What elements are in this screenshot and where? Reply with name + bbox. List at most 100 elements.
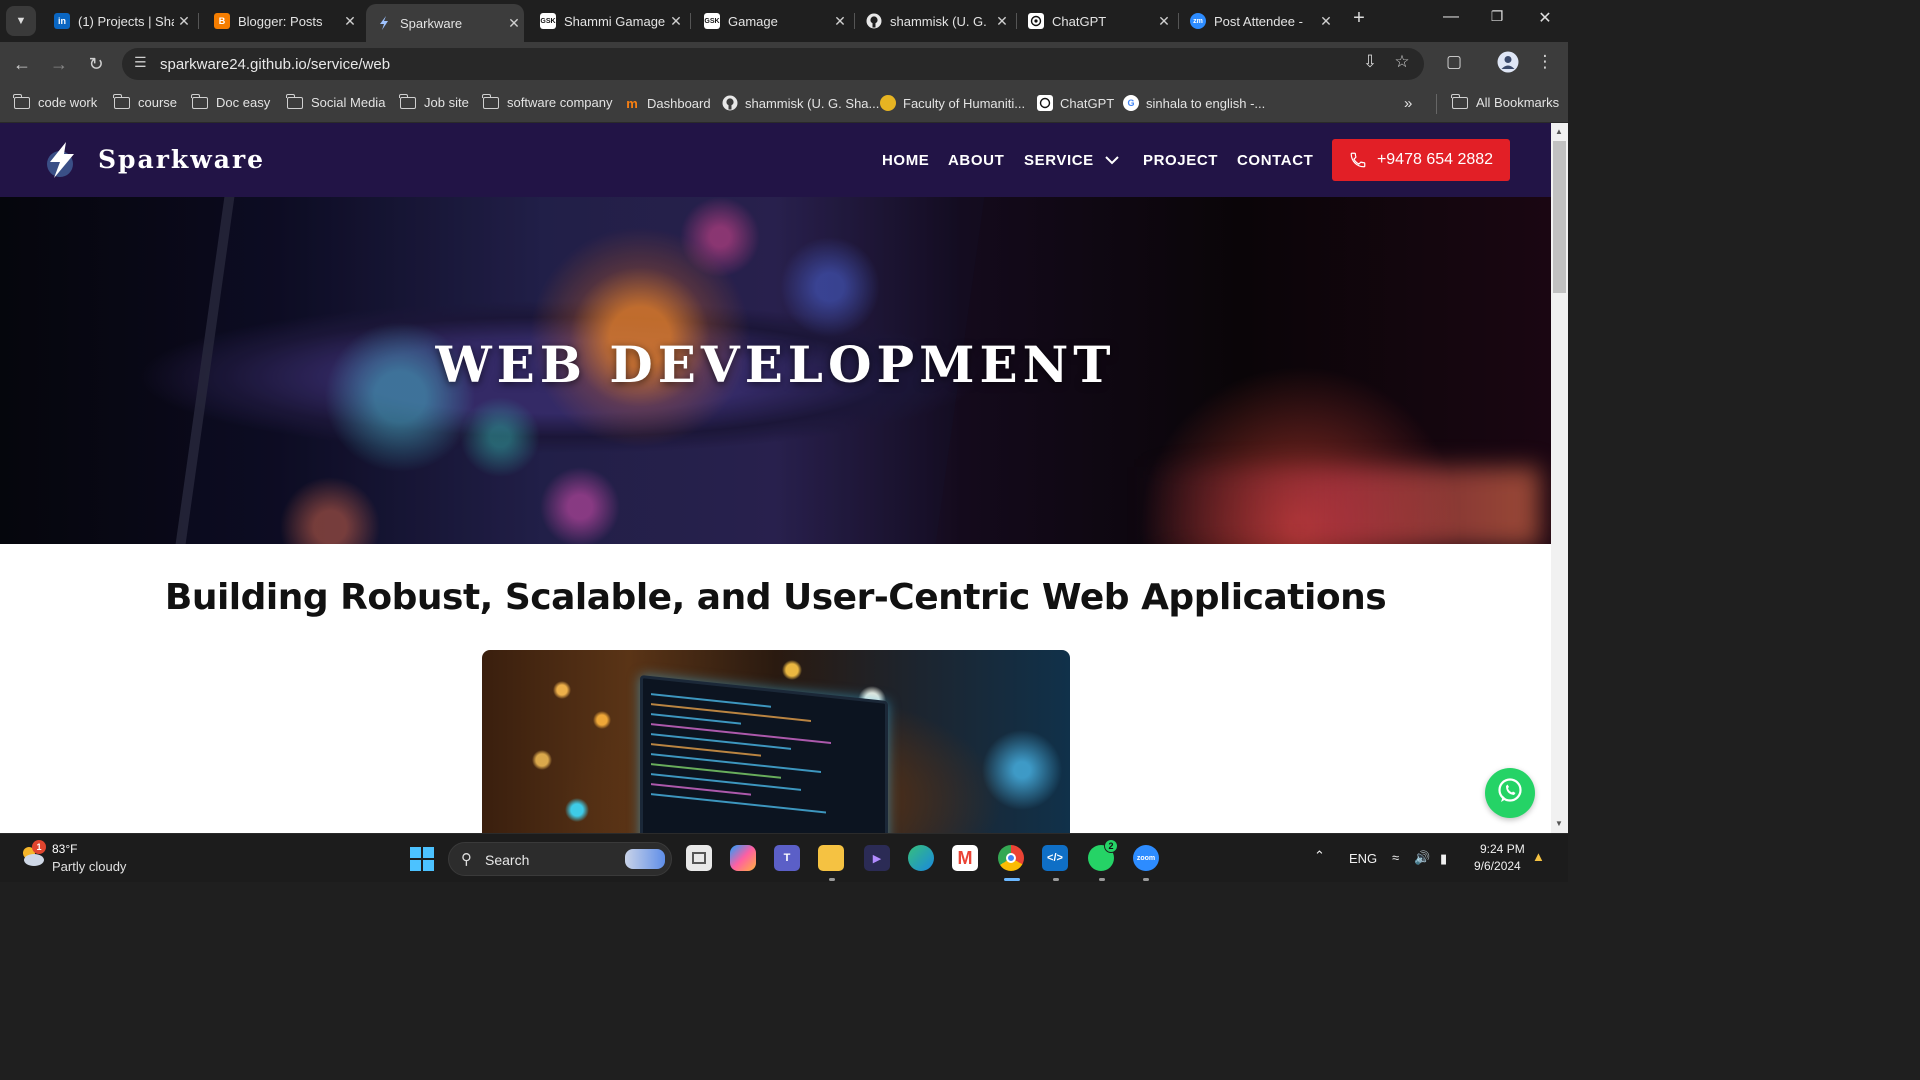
vscode-icon[interactable]: </> bbox=[1042, 845, 1068, 871]
windows-start-icon[interactable] bbox=[410, 847, 434, 871]
restore-icon[interactable]: ❐ bbox=[1474, 8, 1520, 25]
tab-sparkware[interactable]: Sparkware ✕ bbox=[366, 4, 524, 42]
bookmark-folder-doc-easy[interactable]: Doc easy bbox=[191, 93, 270, 110]
file-explorer-icon[interactable] bbox=[818, 845, 844, 871]
scrollbar-thumb[interactable] bbox=[1553, 141, 1566, 293]
back-icon[interactable]: ← bbox=[10, 52, 34, 76]
nav-about[interactable]: ABOUT bbox=[948, 152, 1004, 169]
sparkware-bolt-icon[interactable] bbox=[44, 140, 80, 180]
battery-icon[interactable]: ▮ bbox=[1440, 851, 1447, 867]
folder-icon bbox=[399, 93, 416, 109]
close-window-icon[interactable]: ✕ bbox=[1522, 8, 1568, 28]
site-info-icon[interactable]: ☰ bbox=[134, 54, 147, 71]
tab-blogger[interactable]: B Blogger: Posts ✕ bbox=[204, 6, 360, 36]
nav-service[interactable]: SERVICE bbox=[1024, 152, 1119, 169]
volume-icon[interactable]: 🔊 bbox=[1414, 850, 1430, 866]
close-tab-icon[interactable]: ✕ bbox=[1154, 13, 1174, 30]
page-scrollbar[interactable]: ▲ ▼ bbox=[1551, 123, 1568, 833]
blogger-icon: B bbox=[214, 13, 230, 29]
running-indicator bbox=[829, 878, 835, 881]
taskbar-search[interactable]: ⚲ Search bbox=[448, 842, 672, 876]
bookmark-folder-job-site[interactable]: Job site bbox=[399, 93, 469, 110]
gmail-icon[interactable]: M bbox=[952, 845, 978, 871]
chatgpt-icon bbox=[1028, 13, 1044, 29]
all-bookmarks-button[interactable]: All Bookmarks bbox=[1451, 93, 1559, 110]
nav-service-label: SERVICE bbox=[1024, 152, 1094, 169]
clock-date[interactable]: 9/6/2024 bbox=[1474, 859, 1521, 873]
close-tab-icon[interactable]: ✕ bbox=[992, 13, 1012, 30]
url-text[interactable]: sparkware24.github.io/service/web bbox=[160, 56, 390, 73]
browser-toolbar: ← → ↻ ☰ sparkware24.github.io/service/we… bbox=[0, 42, 1568, 86]
gsk-icon: GSK bbox=[540, 13, 556, 29]
tab-linkedin[interactable]: in (1) Projects | Sha ✕ bbox=[44, 6, 194, 36]
show-hidden-icons-chevron[interactable]: ⌃ bbox=[1314, 848, 1325, 864]
bookmark-github[interactable]: shammisk (U. G. Sha... bbox=[722, 95, 879, 111]
bookmark-folder-social-media[interactable]: Social Media bbox=[286, 93, 385, 110]
folder-icon bbox=[482, 93, 499, 109]
tab-divider bbox=[854, 13, 855, 29]
close-tab-icon[interactable]: ✕ bbox=[1316, 13, 1336, 30]
moodle-icon: m bbox=[626, 95, 638, 111]
github-icon bbox=[722, 95, 738, 111]
chrome-icon[interactable] bbox=[998, 845, 1024, 871]
bookmark-sinhala-to-english[interactable]: Gsinhala to english -... bbox=[1123, 95, 1265, 111]
clock-time[interactable]: 9:24 PM bbox=[1480, 842, 1525, 856]
weather-temperature: 83°F bbox=[52, 842, 78, 856]
close-tab-icon[interactable]: ✕ bbox=[666, 13, 686, 30]
tab-chatgpt[interactable]: ChatGPT ✕ bbox=[1018, 6, 1174, 36]
task-view-icon[interactable] bbox=[686, 845, 712, 871]
close-tab-icon[interactable]: ✕ bbox=[504, 15, 524, 32]
bookmark-dashboard[interactable]: m Dashboard bbox=[624, 95, 710, 111]
tab-github[interactable]: shammisk (U. G. ✕ bbox=[856, 6, 1012, 36]
forward-icon[interactable]: → bbox=[47, 52, 71, 76]
notification-bell-icon[interactable]: ▲ bbox=[1532, 849, 1545, 864]
close-tab-icon[interactable]: ✕ bbox=[174, 13, 194, 30]
whatsapp-chat-button[interactable] bbox=[1485, 768, 1535, 818]
tab-shammi-gamage[interactable]: GSK Shammi Gamage ✕ bbox=[530, 6, 686, 36]
extensions-icon[interactable]: ▢ bbox=[1442, 52, 1466, 72]
whatsapp-taskbar-icon[interactable]: 2 bbox=[1088, 839, 1118, 871]
scroll-down-icon[interactable]: ▼ bbox=[1555, 819, 1563, 828]
wifi-icon[interactable]: ≈ bbox=[1392, 850, 1399, 865]
more-bookmarks-icon[interactable]: » bbox=[1404, 95, 1412, 112]
running-indicator bbox=[1143, 878, 1149, 881]
hero-background-glow bbox=[1140, 467, 1540, 544]
tab-gamage[interactable]: GSK Gamage ✕ bbox=[694, 6, 850, 36]
bookmark-star-icon[interactable]: ☆ bbox=[1390, 52, 1414, 72]
bookmark-folder-code-work[interactable]: code work bbox=[13, 93, 97, 110]
brand-name[interactable]: Sparkware bbox=[98, 145, 265, 174]
nav-home[interactable]: HOME bbox=[882, 152, 929, 169]
folder-icon bbox=[286, 93, 303, 109]
edge-icon[interactable] bbox=[908, 845, 934, 871]
tab-zoom[interactable]: zm Post Attendee - ✕ bbox=[1180, 6, 1336, 36]
teams-icon[interactable]: T bbox=[774, 845, 800, 871]
menu-kebab-icon[interactable]: ⋮ bbox=[1533, 52, 1557, 72]
running-indicator bbox=[1099, 878, 1105, 881]
install-app-icon[interactable]: ⇩ bbox=[1358, 52, 1382, 72]
address-bar[interactable]: ☰ sparkware24.github.io/service/web bbox=[122, 48, 1424, 80]
new-tab-icon[interactable]: + bbox=[1336, 7, 1382, 30]
tab-search-button[interactable]: ▼ bbox=[6, 6, 36, 36]
bookmark-faculty[interactable]: Faculty of Humaniti... bbox=[880, 95, 1025, 111]
profile-avatar[interactable] bbox=[1496, 51, 1520, 78]
bookmark-folder-software-company[interactable]: software company bbox=[482, 93, 613, 110]
phone-call-button[interactable]: +9478 654 2882 bbox=[1332, 139, 1510, 181]
media-player-icon[interactable]: ▶ bbox=[864, 845, 890, 871]
scroll-up-icon[interactable]: ▲ bbox=[1555, 127, 1563, 136]
gsk-icon: GSK bbox=[704, 13, 720, 29]
university-icon bbox=[880, 95, 896, 111]
bookmark-chatgpt[interactable]: ChatGPT bbox=[1037, 95, 1114, 111]
minimize-icon[interactable]: — bbox=[1428, 8, 1474, 26]
input-language[interactable]: ENG bbox=[1349, 851, 1377, 866]
close-tab-icon[interactable]: ✕ bbox=[830, 13, 850, 30]
zoom-icon: zm bbox=[1190, 13, 1206, 29]
close-tab-icon[interactable]: ✕ bbox=[340, 13, 360, 30]
nav-project[interactable]: PROJECT bbox=[1143, 152, 1218, 169]
bookmark-folder-course[interactable]: course bbox=[113, 93, 177, 110]
zoom-taskbar-icon[interactable]: zoom bbox=[1133, 845, 1159, 871]
copilot-icon[interactable] bbox=[730, 845, 756, 871]
tab-strip: ▼ in (1) Projects | Sha ✕ B Blogger: Pos… bbox=[0, 0, 1568, 42]
nav-contact[interactable]: CONTACT bbox=[1237, 152, 1313, 169]
reload-icon[interactable]: ↻ bbox=[84, 52, 108, 76]
weather-description: Partly cloudy bbox=[52, 859, 127, 874]
